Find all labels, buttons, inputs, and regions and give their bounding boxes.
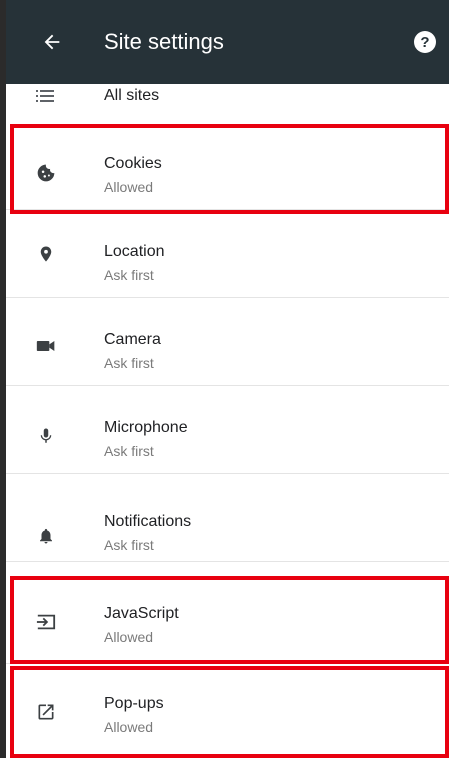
- open-in-new-icon: [34, 700, 58, 724]
- list-item-label: Camera: [104, 331, 161, 348]
- list-item-camera[interactable]: Camera Ask first: [6, 298, 449, 386]
- list-item-notifications[interactable]: Notifications Ask first: [6, 474, 449, 562]
- left-edge-divider: [0, 0, 6, 758]
- list-item-status: Ask first: [104, 267, 154, 283]
- all-sites-label: All sites: [104, 87, 160, 104]
- cookie-icon: [34, 161, 58, 185]
- list-item-all-sites[interactable]: All sites: [6, 84, 449, 114]
- help-icon[interactable]: ?: [412, 29, 438, 55]
- list-item-pop-ups[interactable]: Pop-ups Allowed: [6, 668, 449, 756]
- page-title: Site settings: [104, 29, 224, 54]
- list-item-label: Cookies: [104, 155, 162, 172]
- list-item-status: Ask first: [104, 355, 154, 371]
- site-settings-screen: Site settings ? All sites Cookies Allowe…: [0, 0, 449, 758]
- arrow-back-icon[interactable]: [36, 26, 68, 58]
- list-item-microphone[interactable]: Microphone Ask first: [6, 386, 449, 474]
- list-item-status: Ask first: [104, 537, 154, 553]
- list-item-label: Notifications: [104, 513, 192, 530]
- javascript-icon: [34, 610, 58, 634]
- svg-text:?: ?: [420, 34, 429, 51]
- app-bar: Site settings ?: [6, 0, 449, 84]
- list-item-status: Allowed: [104, 629, 154, 645]
- bell-icon: [34, 524, 58, 548]
- list-item-label: JavaScript: [104, 605, 179, 622]
- list-item-label: Pop-ups: [104, 695, 164, 712]
- list-item-status: Ask first: [104, 443, 154, 459]
- location-pin-icon: [34, 242, 58, 266]
- microphone-icon: [34, 424, 58, 448]
- list-item-status: Allowed: [104, 179, 154, 195]
- list-item-location[interactable]: Location Ask first: [6, 210, 449, 298]
- list-item-label: Microphone: [104, 419, 188, 436]
- list-icon: [34, 84, 58, 108]
- videocam-icon: [34, 334, 58, 358]
- list-item-label: Location: [104, 243, 165, 260]
- list-item-status: Allowed: [104, 719, 154, 735]
- list-item-javascript[interactable]: JavaScript Allowed: [6, 576, 449, 664]
- list-item-cookies[interactable]: Cookies Allowed: [6, 122, 449, 210]
